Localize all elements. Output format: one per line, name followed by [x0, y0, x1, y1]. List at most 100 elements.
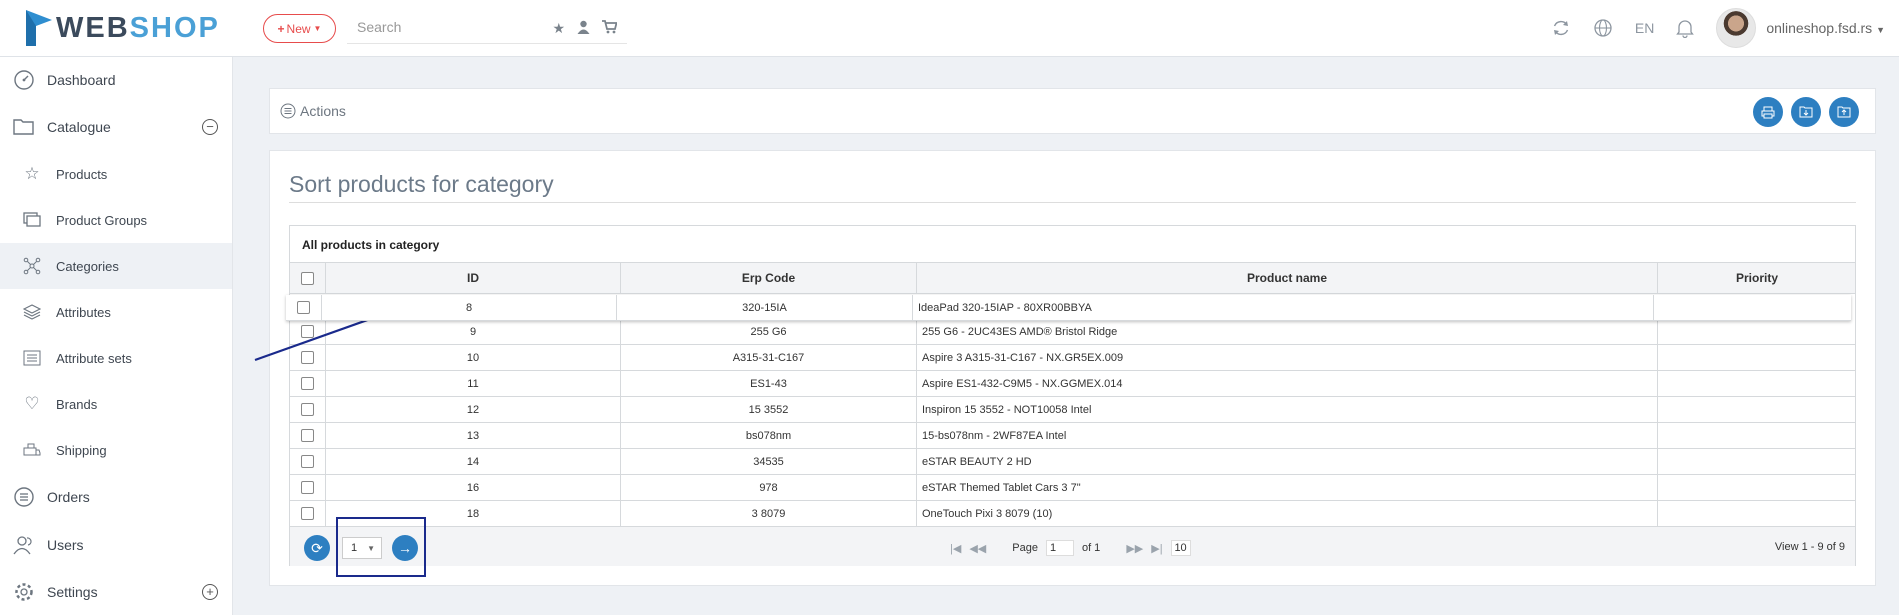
- cell-product-name: Aspire 3 A315-31-C167 - NX.GR5EX.009: [917, 345, 1658, 370]
- refresh-icon[interactable]: [1551, 18, 1571, 38]
- sidebar-item-dashboard[interactable]: Dashboard: [0, 57, 232, 103]
- cell-priority[interactable]: [1658, 397, 1856, 422]
- cell-product-name: Aspire ES1-432-C9M5 - NX.GGMEX.014: [917, 371, 1658, 396]
- folder-icon: [12, 115, 36, 139]
- cell-id: 14: [326, 449, 621, 474]
- gear-icon: [12, 580, 36, 604]
- bell-icon[interactable]: [1676, 18, 1695, 38]
- cell-erp-code: 320-15IA: [617, 295, 913, 320]
- row-checkbox[interactable]: [297, 301, 310, 314]
- search-input[interactable]: [347, 12, 537, 42]
- row-checkbox[interactable]: [301, 377, 314, 390]
- sidebar-item-catalogue[interactable]: Catalogue −: [0, 104, 232, 150]
- prev-page-icon[interactable]: ◀◀: [969, 542, 986, 555]
- cell-priority[interactable]: [1658, 371, 1856, 396]
- products-grid: All products in category ID Erp Code Pro…: [286, 225, 1856, 566]
- column-header-id[interactable]: ID: [326, 263, 621, 293]
- sidebar-item-shipping[interactable]: Shipping: [0, 427, 232, 473]
- actions-toggle[interactable]: Actions: [280, 103, 346, 119]
- logo-flag-icon: [26, 10, 52, 46]
- cell-priority[interactable]: [1658, 345, 1856, 370]
- user-menu[interactable]: onlineshop.fsd.rs ▼: [1766, 20, 1885, 36]
- highlight-annotation: [336, 517, 426, 577]
- users-icon: [12, 533, 36, 557]
- export-button[interactable]: [1829, 97, 1859, 127]
- sidebar-item-label: Shipping: [56, 442, 107, 458]
- sidebar-item-label: Attributes: [56, 304, 111, 320]
- sidebar-item-attributes[interactable]: Attributes: [0, 289, 232, 335]
- star-icon[interactable]: ★: [552, 20, 565, 37]
- sidebar-item-label: Brands: [56, 396, 98, 412]
- table-row[interactable]: 13 bs078nm 15-bs078nm - 2WF87EA Intel: [290, 423, 1855, 449]
- grid-caption: All products in category: [290, 226, 1855, 263]
- cell-priority[interactable]: [1658, 475, 1856, 500]
- cell-id: 8: [322, 295, 617, 320]
- cell-priority[interactable]: [1658, 423, 1856, 448]
- cell-priority[interactable]: [1658, 319, 1856, 344]
- rows-per-page-select[interactable]: 10: [1170, 540, 1191, 556]
- next-page-icon[interactable]: ▶▶: [1126, 542, 1143, 555]
- language-selector[interactable]: EN: [1635, 20, 1654, 36]
- table-row[interactable]: 12 15 3552 Inspiron 15 3552 - NOT10058 I…: [290, 397, 1855, 423]
- reload-grid-button[interactable]: ⟳: [304, 535, 330, 561]
- sidebar-item-settings[interactable]: Settings +: [0, 569, 232, 615]
- sidebar-item-label: Attribute sets: [56, 350, 132, 366]
- sidebar-item-label: Categories: [56, 258, 119, 274]
- last-page-icon[interactable]: ▶|: [1151, 542, 1162, 555]
- table-row[interactable]: 11 ES1-43 Aspire ES1-432-C9M5 - NX.GGMEX…: [290, 371, 1855, 397]
- new-button[interactable]: + New ▼: [263, 14, 336, 43]
- dashboard-icon: [12, 68, 36, 92]
- globe-icon[interactable]: [1593, 18, 1613, 38]
- sidebar-item-label: Catalogue: [47, 119, 111, 135]
- list-icon: [20, 346, 44, 370]
- grid-header: ID Erp Code Product name Priority: [290, 263, 1855, 294]
- row-checkbox[interactable]: [301, 403, 314, 416]
- sidebar-item-categories[interactable]: Categories: [0, 243, 232, 289]
- import-button[interactable]: [1791, 97, 1821, 127]
- table-row[interactable]: 9 255 G6 255 G6 - 2UC43ES AMD® Bristol R…: [290, 319, 1855, 345]
- first-page-icon[interactable]: |◀: [950, 542, 961, 555]
- collapse-toggle[interactable]: −: [202, 119, 218, 135]
- cell-erp-code: 34535: [621, 449, 917, 474]
- table-row[interactable]: 10 A315-31-C167 Aspire 3 A315-31-C167 - …: [290, 345, 1855, 371]
- column-header-erp-code[interactable]: Erp Code: [621, 263, 917, 293]
- avatar[interactable]: [1716, 8, 1757, 48]
- cart-icon[interactable]: [602, 20, 617, 34]
- cell-product-name: 15-bs078nm - 2WF87EA Intel: [917, 423, 1658, 448]
- sidebar-item-label: Products: [56, 166, 108, 182]
- dragged-table-row[interactable]: 8 320-15IA IdeaPad 320-15IAP - 80XR00BBY…: [286, 295, 1851, 321]
- plus-icon: +: [277, 21, 285, 36]
- row-checkbox[interactable]: [301, 429, 314, 442]
- actions-label: Actions: [300, 103, 346, 119]
- sidebar-item-brands[interactable]: ♡ Brands: [0, 381, 232, 427]
- sidebar-item-orders[interactable]: Orders: [0, 474, 232, 520]
- header-checkbox-cell: [290, 263, 326, 293]
- refresh-icon: ⟳: [311, 539, 323, 556]
- page-number-input[interactable]: 1: [1045, 540, 1074, 556]
- chevron-down-icon: ▼: [1876, 25, 1885, 35]
- sidebar-item-attribute-sets[interactable]: Attribute sets: [0, 335, 232, 381]
- row-checkbox[interactable]: [301, 481, 314, 494]
- select-all-checkbox[interactable]: [301, 271, 314, 285]
- column-header-product-name[interactable]: Product name: [917, 263, 1658, 293]
- cell-priority[interactable]: [1654, 295, 1852, 320]
- cell-product-name: 255 G6 - 2UC43ES AMD® Bristol Ridge: [917, 319, 1658, 344]
- cell-erp-code: 15 3552: [621, 397, 917, 422]
- sidebar-item-users[interactable]: Users: [0, 522, 232, 568]
- table-row[interactable]: 16 978 eSTAR Themed Tablet Cars 3 7": [290, 475, 1855, 501]
- column-header-priority[interactable]: Priority: [1658, 263, 1856, 293]
- row-checkbox[interactable]: [301, 507, 314, 520]
- row-checkbox[interactable]: [301, 455, 314, 468]
- cell-id: 12: [326, 397, 621, 422]
- table-row[interactable]: 18 3 8079 OneTouch Pixi 3 8079 (10): [290, 501, 1855, 527]
- sidebar-item-product-groups[interactable]: Product Groups: [0, 197, 232, 243]
- logo[interactable]: WEBSHOP: [24, 8, 220, 48]
- table-row[interactable]: 14 34535 eSTAR BEAUTY 2 HD: [290, 449, 1855, 475]
- sidebar-item-products[interactable]: ☆ Products: [0, 151, 232, 197]
- cell-priority[interactable]: [1658, 449, 1856, 474]
- user-icon[interactable]: [577, 20, 590, 34]
- print-button[interactable]: [1753, 97, 1783, 127]
- cell-priority[interactable]: [1658, 501, 1856, 526]
- cell-id: 11: [326, 371, 621, 396]
- expand-toggle[interactable]: +: [202, 584, 218, 600]
